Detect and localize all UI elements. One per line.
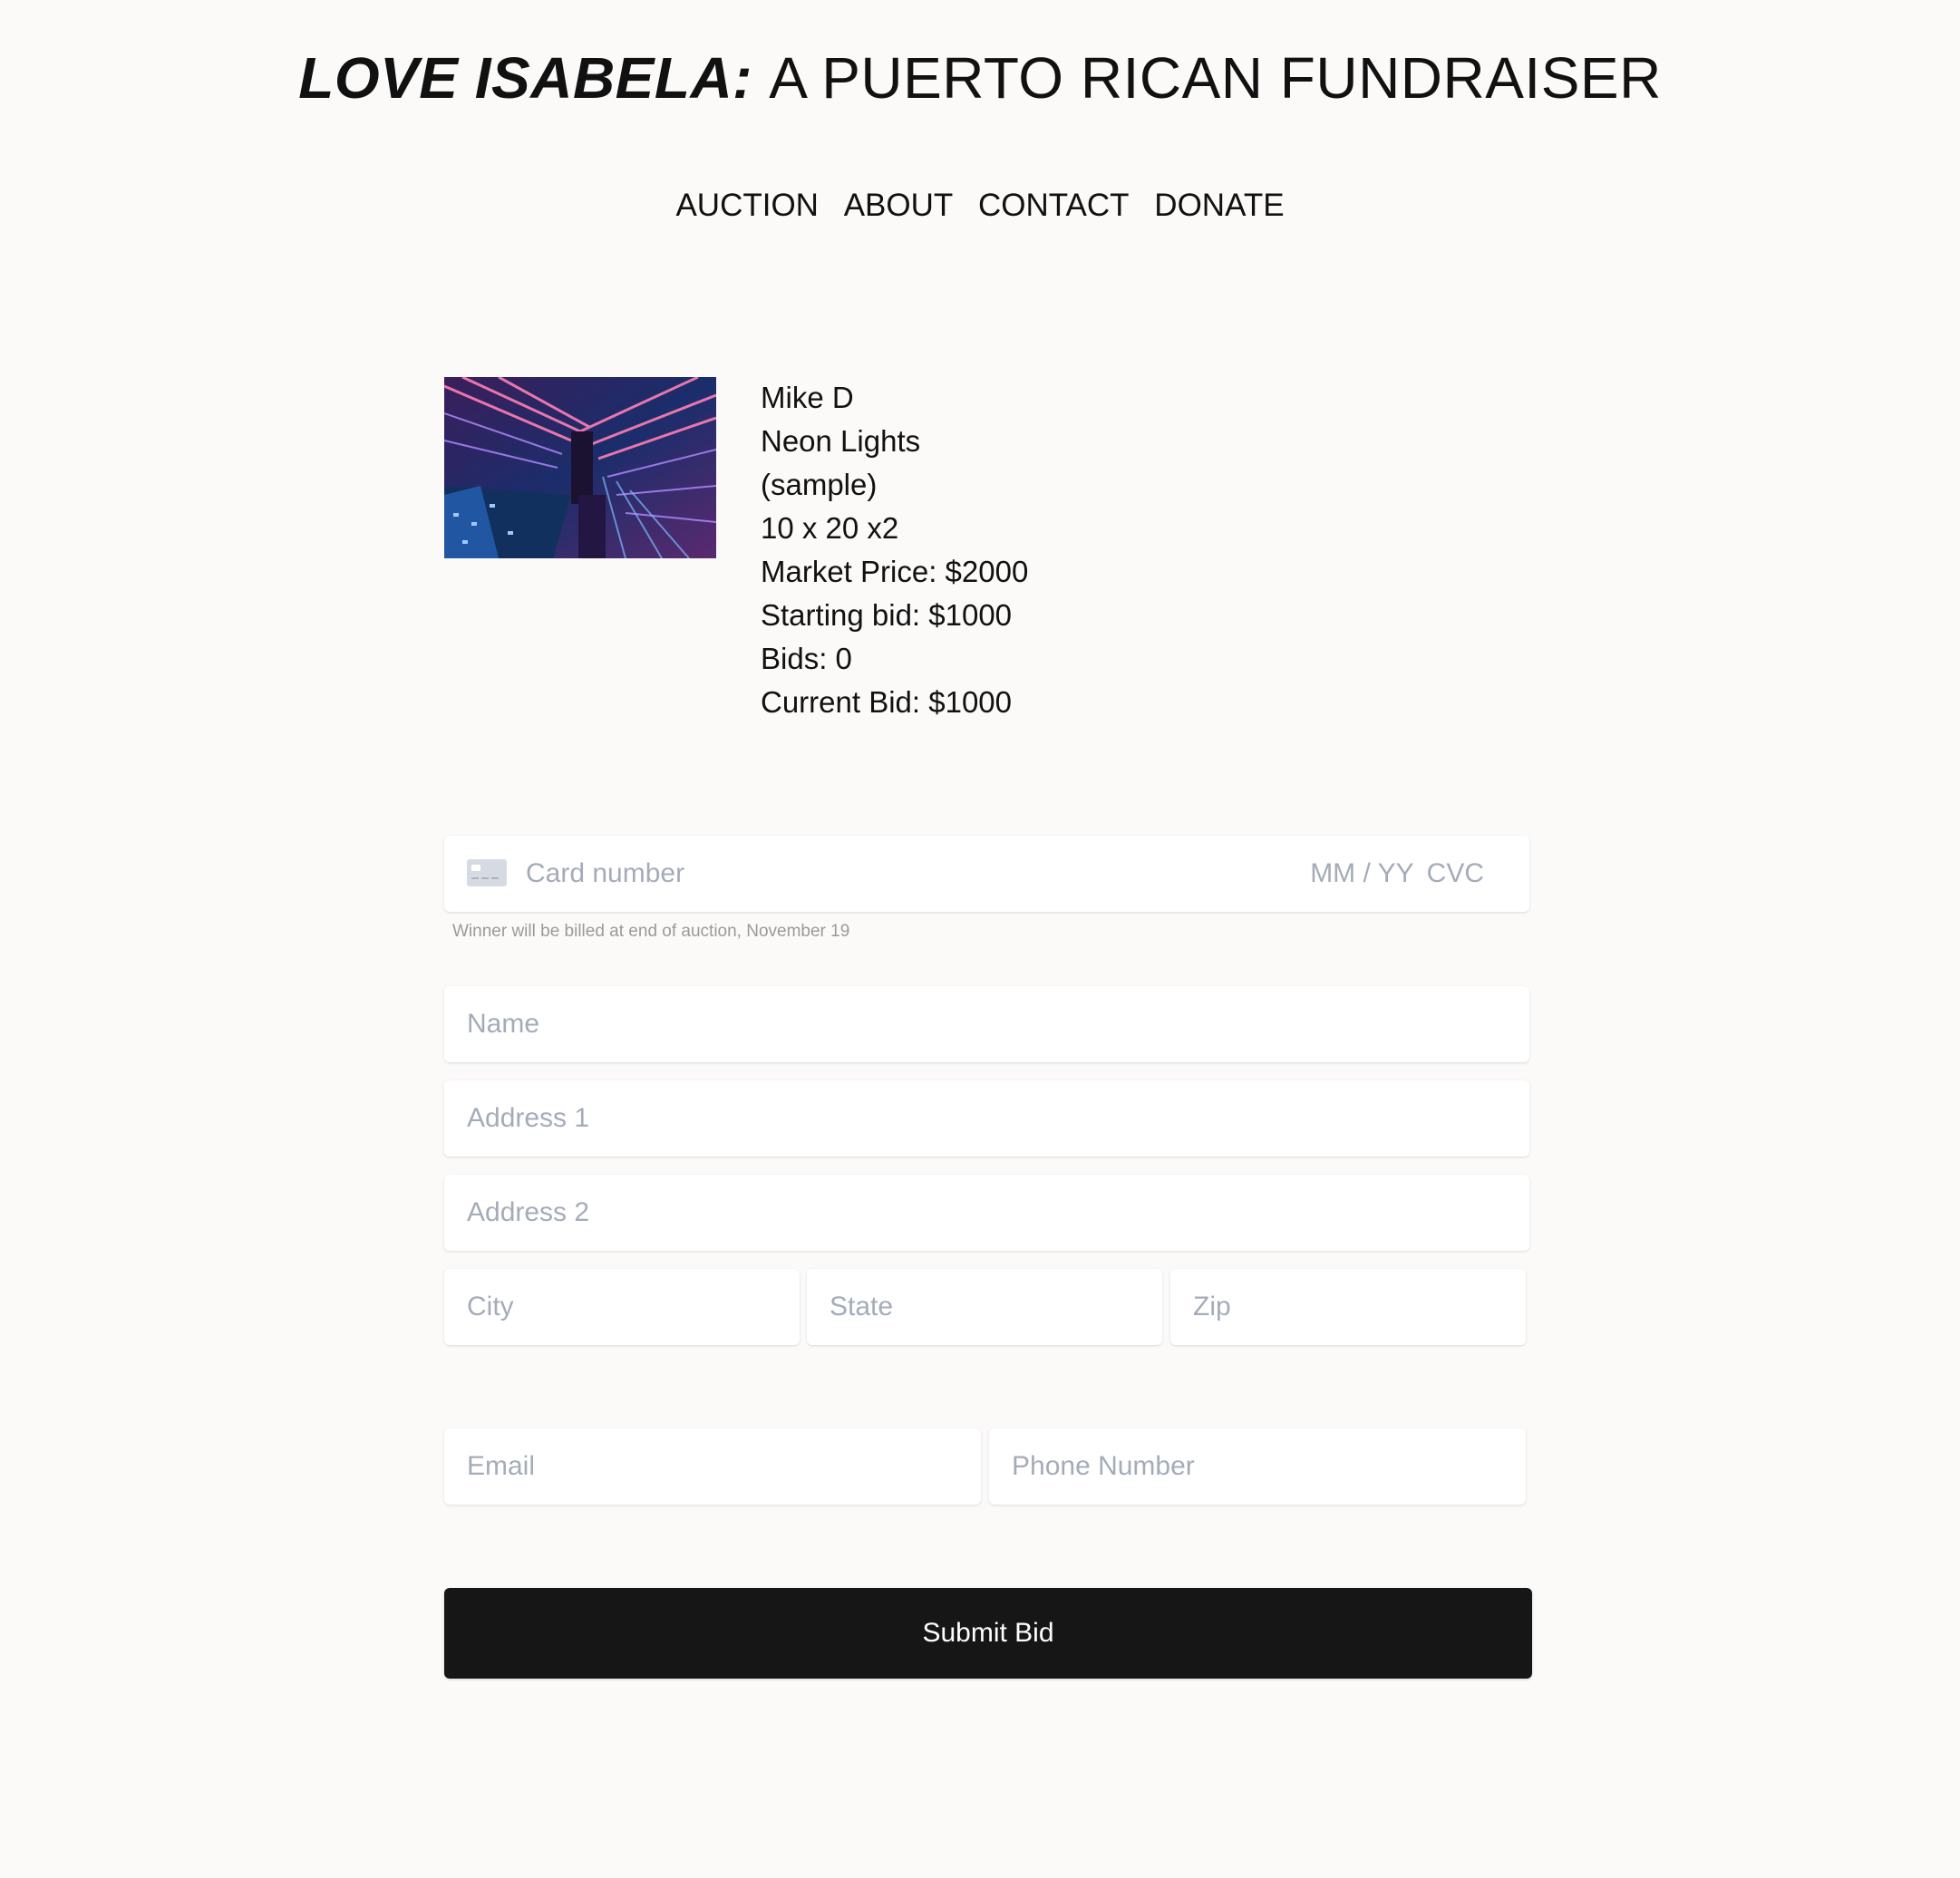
item-details: Mike D Neon Lights (sample) 10 x 20 x2 M… (761, 376, 1028, 724)
city-input[interactable] (444, 1269, 800, 1345)
name-field (444, 986, 1529, 1062)
card-number-input[interactable] (526, 836, 1160, 912)
card-extra-fields: MM / YY CVC (1297, 836, 1484, 912)
nav-contact[interactable]: CONTACT (978, 185, 1130, 227)
card-expiry-input[interactable]: MM / YY (1310, 858, 1413, 888)
billing-note: Winner will be billed at end of auction,… (452, 922, 850, 941)
current-bid: Current Bid: $1000 (761, 685, 1013, 719)
address1-field (444, 1080, 1529, 1157)
email-field (444, 1428, 981, 1505)
zip-input[interactable] (1170, 1269, 1526, 1345)
page-title: LOVE ISABELA: A PUERTO RICAN FUNDRAISER (0, 42, 1960, 114)
artwork-size: 10 x 20 x2 (761, 511, 899, 545)
nav-about[interactable]: ABOUT (844, 185, 954, 227)
card-field[interactable]: MM / YY CVC (444, 836, 1529, 912)
page-subtitle: A PUERTO RICAN FUNDRAISER (769, 45, 1662, 111)
main-nav: AUCTION ABOUT CONTACT DONATE (0, 185, 1960, 227)
address1-input[interactable] (444, 1080, 1529, 1157)
artwork-note: (sample) (761, 468, 878, 501)
artwork-title: Neon Lights (761, 424, 921, 458)
state-field (807, 1269, 1162, 1345)
zip-field (1170, 1269, 1526, 1345)
artist-name: Mike D (761, 381, 854, 414)
phone-input[interactable] (989, 1428, 1526, 1505)
nav-donate[interactable]: DONATE (1154, 185, 1284, 227)
starting-bid: Starting bid: $1000 (761, 598, 1013, 632)
nav-auction[interactable]: AUCTION (675, 185, 819, 227)
phone-field (989, 1428, 1526, 1505)
email-input[interactable] (444, 1428, 981, 1505)
brand-name: LOVE ISABELA: (298, 45, 752, 111)
address2-field (444, 1175, 1529, 1251)
city-field (444, 1269, 800, 1345)
submit-bid-button[interactable]: Submit Bid (444, 1588, 1532, 1679)
name-input[interactable] (444, 986, 1529, 1062)
credit-card-icon (467, 859, 507, 886)
state-input[interactable] (807, 1269, 1162, 1345)
market-price: Market Price: $2000 (761, 555, 1029, 588)
address2-input[interactable] (444, 1175, 1529, 1251)
card-cvc-input[interactable]: CVC (1427, 858, 1484, 888)
bid-count: Bids: 0 (761, 642, 852, 675)
artwork-image (444, 377, 716, 558)
